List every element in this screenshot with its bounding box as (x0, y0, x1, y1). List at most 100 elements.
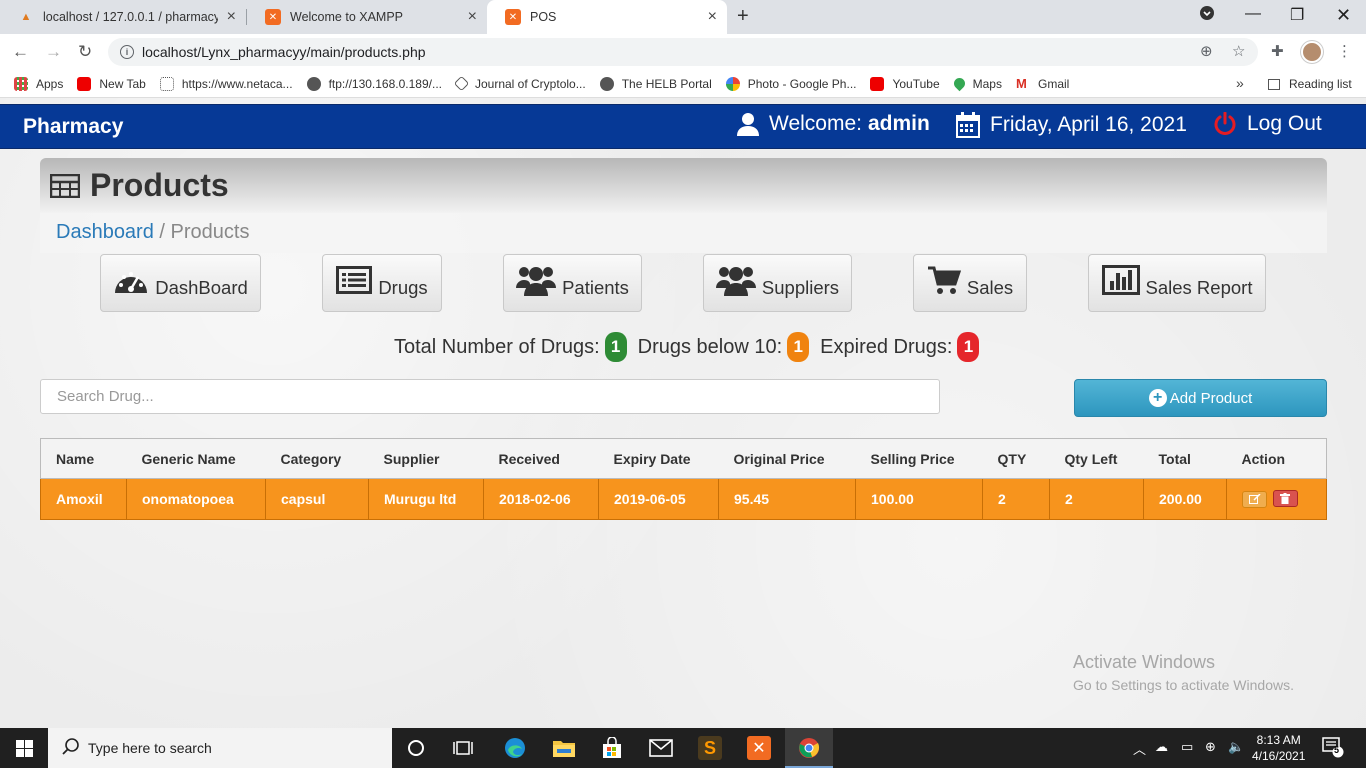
tab-phpmyadmin[interactable]: ▲ localhost / 127.0.0.1 / pharmacy × (0, 0, 246, 34)
breadcrumb-dashboard-link[interactable]: Dashboard (56, 221, 154, 243)
windows-logo-icon (15, 739, 33, 757)
profile-avatar[interactable] (1301, 41, 1323, 63)
start-button[interactable] (0, 728, 48, 768)
bookmark-gmail[interactable]: M Gmail (1016, 76, 1070, 91)
edit-button[interactable] (1242, 490, 1267, 508)
activate-windows-subtitle: Go to Settings to activate Windows. (1073, 677, 1294, 693)
xampp-icon: ✕ (265, 9, 281, 25)
bookmark-ftp[interactable]: ftp://130.168.0.189/... (306, 76, 442, 91)
cell-qty: 2 (982, 478, 1050, 520)
bookmark-maps[interactable]: Maps (951, 75, 1002, 92)
sales-button[interactable]: Sales (913, 254, 1027, 312)
suppliers-button[interactable]: Suppliers (703, 254, 852, 312)
onedrive-icon[interactable]: ☁ (1155, 739, 1168, 755)
forward-icon[interactable]: → (45, 42, 62, 62)
apps-grid-icon (14, 76, 28, 91)
bookmark-star-icon[interactable]: ☆ (1232, 42, 1245, 60)
close-window-icon[interactable]: ✕ (1336, 5, 1351, 26)
drugs-button[interactable]: Drugs (322, 254, 442, 312)
clock-time: 8:13 AM (1256, 733, 1301, 747)
bookmark-new-tab[interactable]: New Tab (77, 76, 146, 91)
sublime-text-icon[interactable]: S (698, 736, 722, 760)
column-header[interactable]: Received (483, 438, 599, 479)
bookmark-label: Maps (972, 76, 1002, 91)
breadcrumb: Dashboard / Products (40, 213, 1327, 253)
bookmark-journal[interactable]: Journal of Cryptolo... (453, 75, 586, 92)
bookmark-youtube[interactable]: YouTube (870, 76, 940, 91)
logout-link[interactable]: Log Out (1213, 112, 1322, 136)
menu-dots-icon[interactable]: ⋮ (1337, 42, 1352, 60)
reading-list-icon (1268, 78, 1280, 90)
edge-icon[interactable] (503, 736, 527, 760)
table-header-row: Name Generic Name Category Supplier Rece… (40, 438, 1327, 479)
close-icon[interactable]: × (468, 9, 477, 25)
column-header[interactable]: Generic Name (126, 438, 266, 479)
reading-list-button[interactable]: Reading list (1268, 77, 1352, 91)
cell-category: capsul (265, 478, 369, 520)
journal-icon (453, 75, 470, 92)
add-product-button[interactable]: + Add Product (1074, 379, 1327, 417)
chrome-icon[interactable] (797, 736, 821, 760)
close-icon[interactable]: × (708, 9, 717, 25)
cortana-icon[interactable] (404, 736, 428, 760)
xampp-taskbar-icon[interactable]: ✕ (747, 736, 771, 760)
activate-windows-title: Activate Windows (1073, 652, 1216, 672)
bookmark-photos[interactable]: Photo - Google Ph... (725, 76, 856, 91)
column-header[interactable]: Total (1143, 438, 1227, 479)
show-hidden-icons-icon[interactable]: ︿ (1133, 739, 1146, 758)
sales-report-button[interactable]: Sales Report (1088, 254, 1266, 312)
bookmark-label: Gmail (1037, 76, 1070, 91)
more-bookmarks-icon[interactable]: » (1236, 75, 1244, 91)
close-icon[interactable]: × (227, 9, 236, 25)
maximize-icon[interactable]: ❐ (1290, 5, 1304, 25)
taskbar-search-box[interactable]: Type here to search (48, 728, 392, 768)
column-header[interactable]: Name (40, 438, 127, 479)
zoom-icon[interactable]: ⊕ (1200, 42, 1213, 60)
bookmark-apps[interactable]: Apps (14, 76, 63, 91)
volume-icon[interactable]: 🔈 (1228, 739, 1244, 755)
new-tab-icon[interactable]: + (737, 5, 749, 28)
back-icon[interactable]: ← (12, 42, 29, 62)
column-header[interactable]: Qty Left (1049, 438, 1144, 479)
plus-circle-icon: + (1148, 389, 1167, 407)
bookmark-netaca[interactable]: https://www.netaca... (159, 76, 293, 91)
top-navbar: Pharmacy Welcome: admin Friday, April 16… (0, 104, 1366, 149)
list-icon (336, 266, 373, 294)
system-clock[interactable]: 8:13 AM 4/16/2021 (1252, 732, 1305, 764)
column-header[interactable]: QTY (982, 438, 1050, 479)
bookmark-label: https://www.netaca... (181, 76, 293, 91)
patients-button[interactable]: Patients (503, 254, 642, 312)
delete-button[interactable] (1272, 490, 1298, 508)
minimize-icon[interactable]: — (1245, 5, 1261, 23)
column-header[interactable]: Supplier (368, 438, 484, 479)
mail-icon[interactable] (649, 736, 673, 760)
dashboard-button[interactable]: DashBoard (100, 254, 261, 312)
url-input[interactable]: i localhost/Lynx_pharmacyy/main/products… (108, 38, 1258, 66)
network-icon[interactable]: ⊕ (1205, 739, 1216, 755)
bookmark-helb[interactable]: The HELB Portal (599, 76, 712, 91)
column-header[interactable]: Selling Price (855, 438, 983, 479)
tab-search-icon[interactable] (1199, 5, 1215, 26)
battery-icon[interactable]: ▭ (1181, 739, 1193, 755)
column-header[interactable]: Expiry Date (598, 438, 719, 479)
column-header[interactable]: Original Price (718, 438, 856, 479)
calendar-icon (956, 112, 980, 138)
dashboard-icon (113, 265, 149, 295)
welcome-user[interactable]: Welcome: admin (737, 112, 930, 136)
file-explorer-icon[interactable] (552, 736, 576, 760)
cell-original-price: 95.45 (718, 478, 856, 520)
site-info-icon[interactable]: i (120, 45, 134, 59)
extensions-icon[interactable]: ✚ (1271, 42, 1284, 60)
search-drug-input[interactable] (40, 379, 940, 414)
reload-icon[interactable]: ↻ (78, 42, 92, 62)
brand-title[interactable]: Pharmacy (23, 115, 123, 139)
youtube-icon (870, 76, 885, 91)
column-header[interactable]: Category (265, 438, 369, 479)
welcome-label: Welcome: (769, 112, 862, 135)
task-view-icon[interactable] (451, 736, 475, 760)
tab-pos[interactable]: ✕ POS × (487, 0, 727, 34)
notifications-button[interactable]: 5 (1322, 736, 1344, 761)
site-icon (159, 76, 174, 91)
tab-xampp[interactable]: ✕ Welcome to XAMPP × (247, 0, 487, 34)
store-icon[interactable] (600, 736, 624, 760)
